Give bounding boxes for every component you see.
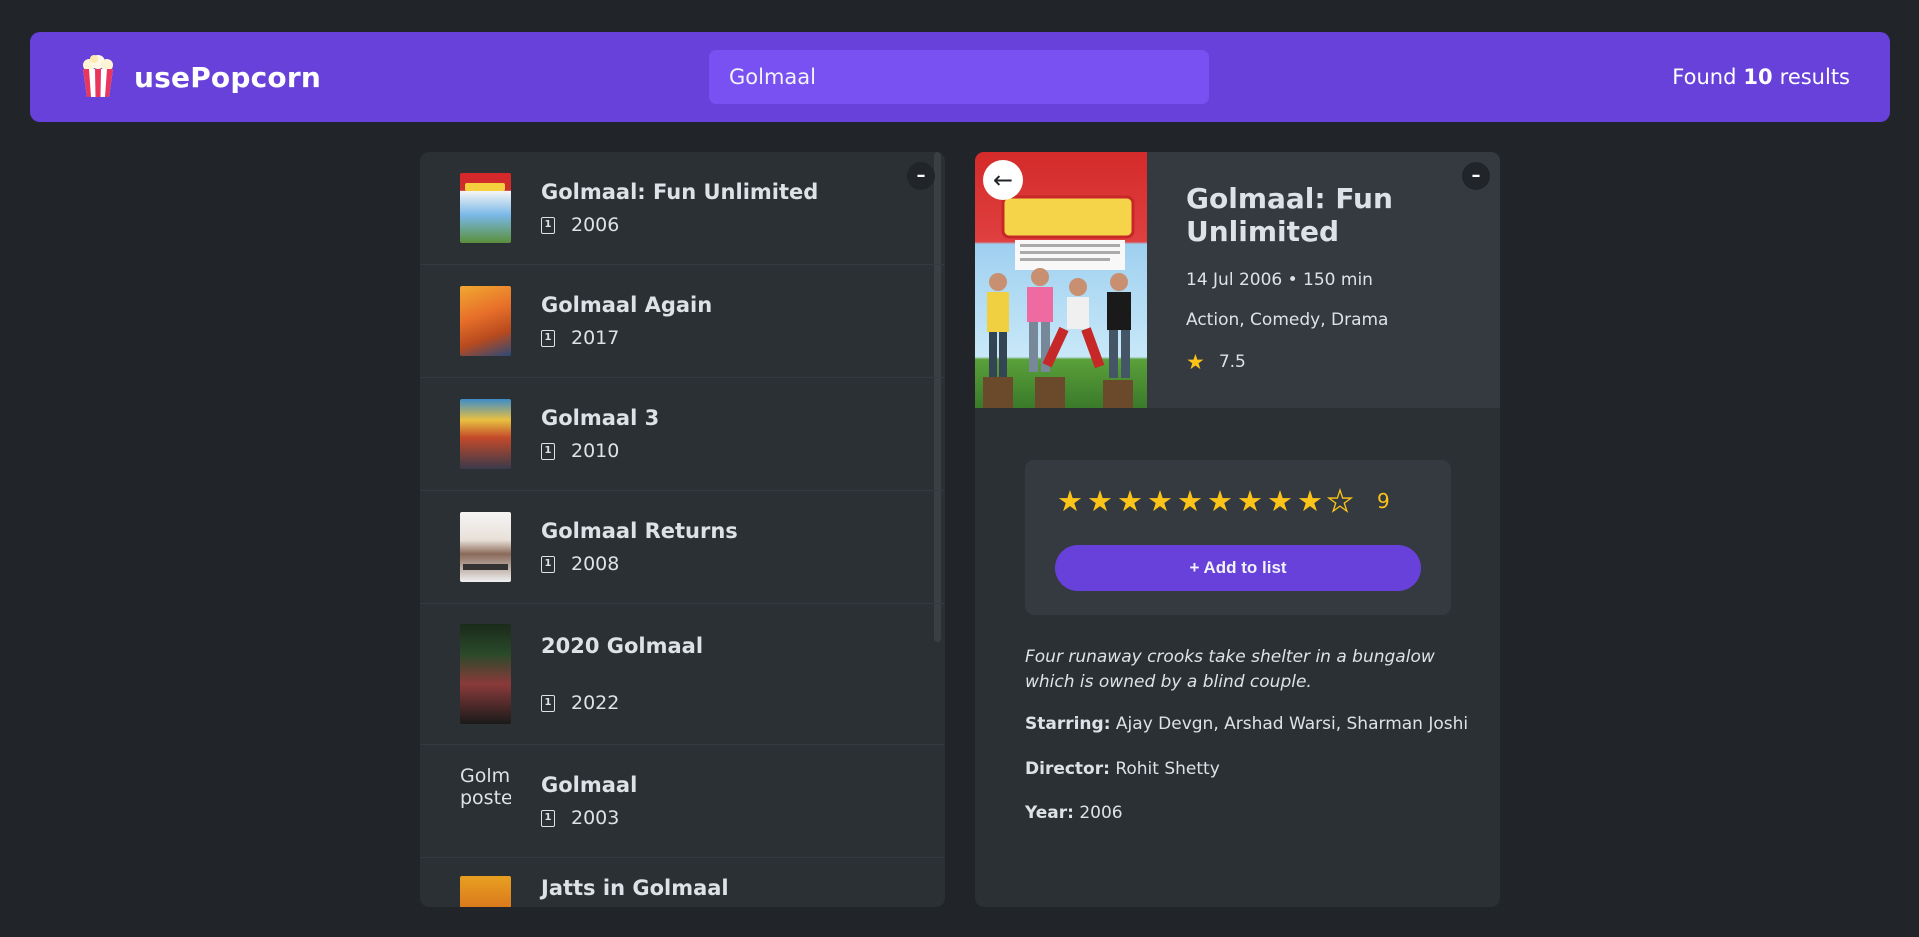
star-icon[interactable]: ★ — [1055, 484, 1085, 518]
movie-poster — [460, 286, 511, 356]
movie-overview: Golmaal: Fun Unlimited 14 Jul 2006 • 150… — [1186, 182, 1476, 374]
collapse-list-button[interactable]: – — [907, 162, 935, 190]
detail-title: Golmaal: Fun Unlimited — [1186, 182, 1393, 249]
rating-box: ★ ★ ★ ★ ★ ★ ★ ★ ★ ★ 9 + Add to list — [1025, 460, 1451, 615]
back-button[interactable]: ← — [983, 160, 1023, 200]
director: Director: Rohit Shetty — [1025, 759, 1220, 779]
imdb-rating-value: 7.5 — [1218, 352, 1246, 373]
movie-title: 2020 Golmaal — [541, 634, 704, 658]
calendar-icon: 1 — [541, 329, 555, 347]
star-icon[interactable]: ★ — [1235, 484, 1265, 518]
movie-title: Golmaal 3 — [541, 406, 660, 430]
search-input[interactable] — [709, 50, 1209, 104]
movie-title: Golmaal — [541, 773, 638, 797]
star-icon[interactable]: ★ — [1145, 484, 1175, 518]
star-icon[interactable]: ★ — [1115, 484, 1145, 518]
navbar: usePopcorn Found 10 results — [30, 32, 1890, 122]
plot: Four runaway crooks take shelter in a bu… — [1025, 647, 1435, 692]
movie-poster — [460, 876, 511, 907]
logo: usePopcorn — [80, 32, 321, 122]
year: Year: 2006 — [1025, 803, 1123, 823]
movie-poster — [460, 624, 511, 724]
app-title: usePopcorn — [134, 60, 321, 94]
movie-poster-broken: Golmaal poster — [460, 766, 511, 809]
movie-item[interactable]: Golmaal 3 1 2010 — [420, 378, 945, 491]
movie-item[interactable]: Golmaal: Fun Unlimited 1 2006 — [420, 152, 945, 265]
release-runtime: 14 Jul 2006 • 150 min — [1186, 270, 1373, 291]
calendar-icon: 1 — [541, 694, 555, 712]
details-header: ← Golmaal: Fun Unlimited 14 Jul 2006 • 1… — [975, 152, 1500, 408]
movie-poster — [460, 173, 511, 243]
movie-year: 2006 — [571, 214, 620, 236]
star-icon[interactable]: ★ — [1205, 484, 1235, 518]
user-rating-value: 9 — [1377, 489, 1390, 513]
star-rating: ★ ★ ★ ★ ★ ★ ★ ★ ★ ★ 9 — [1055, 483, 1390, 518]
movie-item[interactable]: Golmaal Again 1 2017 — [420, 265, 945, 378]
collapse-details-button[interactable]: – — [1462, 162, 1490, 190]
star-icon[interactable]: ★ — [1265, 484, 1295, 518]
movie-year: 2022 — [571, 692, 620, 714]
movie-item[interactable]: 2020 Golmaal 1 2022 — [420, 604, 945, 745]
movie-year: 2017 — [571, 327, 620, 349]
movie-year: 2010 — [571, 440, 620, 462]
movie-item[interactable]: Golmaal poster Golmaal 1 2003 — [420, 745, 945, 858]
movie-title: Golmaal Again — [541, 293, 713, 317]
movie-list: Golmaal: Fun Unlimited 1 2006 Golmaal Aga… — [420, 152, 945, 907]
movie-list-box: – Golmaal: Fun Unlimited 1 2006 Golmaal A… — [420, 152, 945, 907]
calendar-icon: 1 — [541, 555, 555, 573]
star-icon[interactable]: ★ — [1295, 484, 1325, 518]
star-icon[interactable]: ★ — [1325, 483, 1355, 518]
movie-year: 2003 — [571, 807, 620, 829]
star-icon[interactable]: ★ — [1175, 484, 1205, 518]
movie-title: Golmaal: Fun Unlimited — [541, 180, 819, 204]
movie-year: 2008 — [571, 553, 620, 575]
calendar-icon: 1 — [541, 216, 555, 234]
star-icon: ★ — [1186, 350, 1205, 375]
results-count: Found 10 results — [1672, 65, 1850, 89]
star-icon[interactable]: ★ — [1085, 484, 1115, 518]
imdb-rating: ★ 7.5 — [1186, 350, 1476, 374]
genre: Action, Comedy, Drama — [1186, 310, 1389, 331]
movie-item[interactable]: Golmaal Returns 1 2008 — [420, 491, 945, 604]
starring: Starring: Ajay Devgn, Arshad Warsi, Shar… — [1025, 714, 1469, 734]
movie-item[interactable]: Jatts in Golmaal — [420, 858, 945, 907]
calendar-icon: 1 — [541, 442, 555, 460]
add-to-list-button[interactable]: + Add to list — [1055, 545, 1421, 591]
movie-poster — [460, 512, 511, 582]
popcorn-icon — [83, 55, 113, 97]
calendar-icon: 1 — [541, 809, 555, 827]
movie-details-box: – ← Golmaal: Fun Unlimited 14 Jul 2006 •… — [975, 152, 1500, 907]
movie-title: Jatts in Golmaal — [541, 876, 729, 900]
movie-title: Golmaal Returns — [541, 519, 738, 543]
movie-poster — [460, 399, 511, 469]
